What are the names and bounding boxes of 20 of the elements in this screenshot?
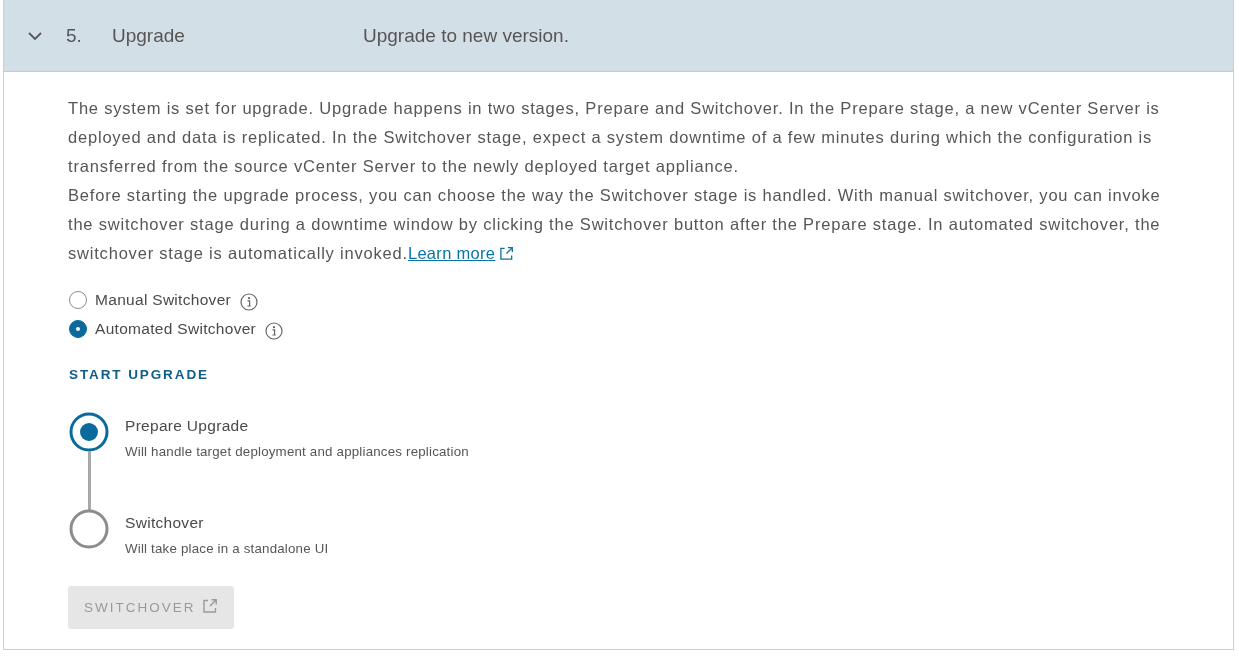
step-title: Prepare Upgrade <box>125 417 250 435</box>
step-description: Will take place in a standalone UI <box>125 541 329 556</box>
info-icon[interactable] <box>240 292 259 311</box>
external-link-icon <box>499 246 515 261</box>
section-description: Upgrade to new version. <box>363 24 569 47</box>
info-icon[interactable] <box>265 321 284 340</box>
learn-more-link[interactable]: Learn more <box>407 244 515 262</box>
radio-button[interactable] <box>69 320 87 338</box>
section-title: Upgrade <box>112 24 186 47</box>
description-paragraph: Before starting the upgrade process, you can choose the way the Switchover stage is handled. With manual switchover, you can invoke the switchover stage during a downtime window by clicking the Switchover button after the Prepare stage. In automated switchover, the switchover stage is automatically invoked.Learn more <box>68 185 1162 264</box>
description-paragraph: The system is set for upgrade. Upgrade happens in two stages, Prepare and Switchover. In the Prepare stage, a new vCenter Server is deployed and data is replicated. In the Switchover stage, expect a system downtime of a few minutes during which the configuration is transferred from the source vCenter Server to the newly deployed target appliance. <box>68 98 1161 177</box>
step-number: 5. <box>66 24 83 47</box>
radio-label[interactable]: Automated Switchover <box>95 320 257 338</box>
section-heading: START UPGRADE <box>69 367 209 382</box>
section-header[interactable]: 5. Upgrade Upgrade to new version. <box>4 0 1233 72</box>
step-description: Will handle target deployment and appliances replication <box>125 444 469 459</box>
step-title: Switchover <box>125 514 205 532</box>
radio-button[interactable] <box>69 291 87 309</box>
external-link-icon <box>201 598 218 614</box>
radio-label[interactable]: Manual Switchover <box>95 291 232 309</box>
